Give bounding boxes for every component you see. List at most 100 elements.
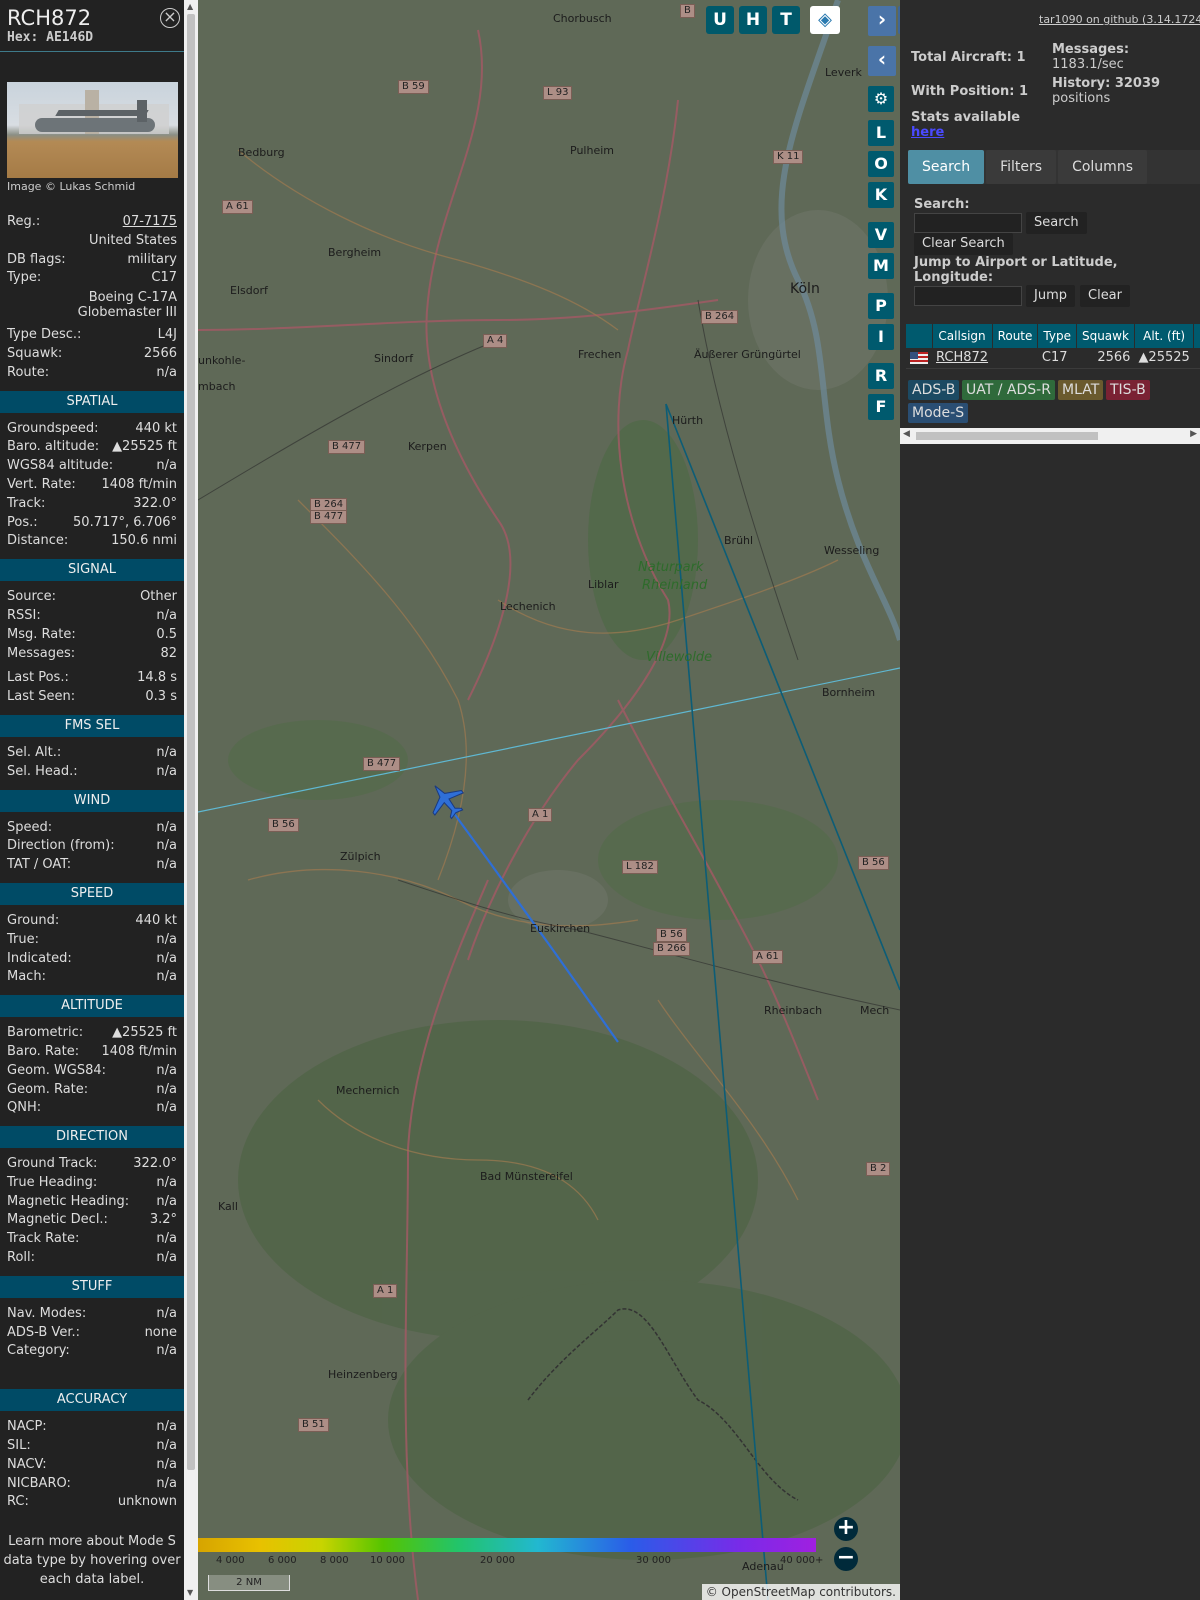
map-place-label: Liblar: [588, 578, 619, 591]
altitude-tick-label: 40 000+: [780, 1555, 824, 1566]
map-place-label: Rheinbach: [764, 1004, 823, 1017]
zoom-in-button[interactable]: +: [834, 1517, 858, 1541]
layer-button-u[interactable]: U: [706, 6, 734, 34]
stats-available: Stats available: [911, 110, 1021, 125]
spatial-field-5-label: Pos.:: [7, 514, 38, 530]
zoom-out-button[interactable]: −: [834, 1547, 858, 1571]
spatial-field-6-label: Distance:: [7, 533, 69, 549]
messages-value: 1183.1/sec: [1052, 57, 1124, 72]
hex-code: Hex: AE146D: [7, 30, 94, 45]
table-scrollbar[interactable]: ◀ ▶: [900, 428, 1200, 444]
road-shield: B: [680, 4, 695, 18]
wind-field-2-label: TAT / OAT:: [7, 857, 72, 873]
map-button-f[interactable]: F: [868, 394, 894, 420]
total-aircraft: Total Aircraft: 1: [911, 50, 1026, 65]
stuff-field-0-value: n/a: [156, 1305, 177, 1321]
search-button[interactable]: Search: [1026, 212, 1087, 234]
spatial-field-4: Track: 322.0°: [0, 495, 184, 514]
column-header-squawk[interactable]: Squawk: [1076, 324, 1135, 348]
accuracy-field-1: SIL: n/a: [0, 1437, 184, 1456]
direction-field-0-value: 322.0°: [133, 1156, 177, 1172]
altitude-tick-label: 4 000: [216, 1555, 245, 1566]
jump-button[interactable]: Jump: [1026, 285, 1075, 307]
info-field-1-value: United States: [88, 232, 177, 248]
map-place-label: Mech: [860, 1004, 890, 1017]
stats-here-link[interactable]: here: [911, 125, 944, 140]
column-header-alt-ft[interactable]: Alt. (ft): [1134, 324, 1195, 348]
messages-label: Messages:: [1052, 42, 1130, 57]
road-shield: L 93: [543, 86, 573, 100]
image-credit: Image © Lukas Schmid: [7, 180, 136, 193]
map-place-label: Heinzenberg: [328, 1368, 398, 1381]
close-icon[interactable]: ×: [160, 8, 180, 28]
stuff-field-2-value: n/a: [156, 1343, 177, 1359]
fms-sel-field-0: Sel. Alt.: n/a: [0, 744, 184, 763]
column-header-callsign[interactable]: Callsign: [932, 324, 993, 348]
layers-icon[interactable]: ◈: [810, 6, 840, 34]
column-header-route[interactable]: Route: [992, 324, 1039, 348]
stuff-field-0: Nav. Modes: n/a: [0, 1305, 184, 1324]
accuracy-field-2: NACV: n/a: [0, 1456, 184, 1475]
layer-button-t[interactable]: T: [772, 6, 800, 34]
speed-field-1-value: n/a: [156, 931, 177, 947]
signal-field-1-value: n/a: [156, 607, 177, 623]
map-button-l[interactable]: L: [868, 120, 894, 146]
altitude-field-4-value: n/a: [156, 1100, 177, 1116]
map-place-label: Chorbusch: [553, 12, 612, 25]
spatial-field-1-label: Baro. altitude:: [7, 439, 100, 455]
info-panel-scrollbar[interactable]: ▲ ▼: [184, 0, 198, 1600]
map-place-label: Äußerer Grüngürtel: [694, 348, 801, 361]
clear-search-button[interactable]: Clear Search: [914, 233, 1013, 255]
direction-field-4: Track Rate: n/a: [0, 1230, 184, 1249]
jump-input[interactable]: [914, 286, 1022, 306]
map-button-i[interactable]: I: [868, 324, 894, 350]
map-button-p[interactable]: P: [868, 293, 894, 319]
fms-sel-field-1: Sel. Head.: n/a: [0, 763, 184, 782]
search-input[interactable]: [914, 213, 1022, 233]
signal-field-6-value: 0.3 s: [145, 689, 177, 705]
section-direction: DIRECTION: [0, 1126, 184, 1149]
speed-field-0-value: 440 kt: [135, 912, 177, 928]
accuracy-field-0-label: NACP:: [7, 1419, 47, 1435]
row-callsign[interactable]: RCH872: [932, 348, 993, 369]
column-header-spd[interactable]: Spd: [1193, 324, 1200, 348]
map-button-r[interactable]: R: [868, 363, 894, 389]
tab-search[interactable]: Search: [908, 150, 985, 184]
map-button-k[interactable]: K: [868, 182, 894, 208]
expand-right-icon[interactable]: ›: [868, 6, 896, 36]
accuracy-field-3: NICBARO: n/a: [0, 1475, 184, 1494]
aircraft-photo[interactable]: [7, 82, 178, 178]
map-button-v[interactable]: V: [868, 222, 894, 248]
direction-field-3: Magnetic Decl.: 3.2°: [0, 1211, 184, 1230]
aircraft-info-panel: RCH872 Hex: AE146D × Image © Lukas Schmi…: [0, 0, 184, 1600]
info-field-0-value[interactable]: 07-7175: [123, 213, 177, 232]
settings-gear-icon[interactable]: ⚙: [868, 86, 894, 112]
table-row[interactable]: RCH872 C17 2566 ▲25525: [906, 348, 1200, 369]
aircraft-marker-icon[interactable]: [426, 780, 466, 820]
aircraft-sections: SPATIAL Groundspeed: 440 kt Baro. altitude:…: [0, 390, 184, 1513]
tab-columns[interactable]: Columns: [1058, 150, 1147, 184]
map-button-o[interactable]: O: [868, 151, 894, 177]
collapse-left-icon[interactable]: ‹: [868, 46, 896, 76]
map-view[interactable]: Chorbusch Leverk Bedburg Pulheim Bergheim Els…: [198, 0, 900, 1600]
tab-filters[interactable]: Filters: [986, 150, 1057, 184]
road-shield: B 56: [858, 856, 889, 870]
layer-button-h[interactable]: H: [739, 6, 767, 34]
column-header-flag[interactable]: [906, 324, 933, 348]
row-squawk: 2566: [1076, 348, 1135, 369]
clear-jump-button[interactable]: Clear: [1080, 285, 1130, 307]
direction-field-0-label: Ground Track:: [7, 1156, 98, 1172]
wind-field-1-label: Direction (from):: [7, 838, 115, 854]
info-field-0-label: Reg.:: [7, 214, 41, 229]
road-shield: B 59: [398, 80, 429, 94]
map-place-label: Naturpark: [638, 560, 704, 575]
altitude-field-3-value: n/a: [156, 1081, 177, 1097]
fms-sel-field-0-label: Sel. Alt.:: [7, 744, 62, 760]
signal-field-5: Last Pos.: 14.8 s: [0, 669, 184, 688]
map-button-m[interactable]: M: [868, 253, 894, 279]
github-link[interactable]: tar1090 on github (3.14.1724): [1039, 13, 1200, 26]
map-attribution[interactable]: © OpenStreetMap contributors.: [701, 1584, 900, 1600]
map-place-label: Köln: [790, 281, 820, 297]
column-header-type[interactable]: Type: [1037, 324, 1077, 348]
altitude-tick-label: 20 000: [480, 1555, 515, 1566]
